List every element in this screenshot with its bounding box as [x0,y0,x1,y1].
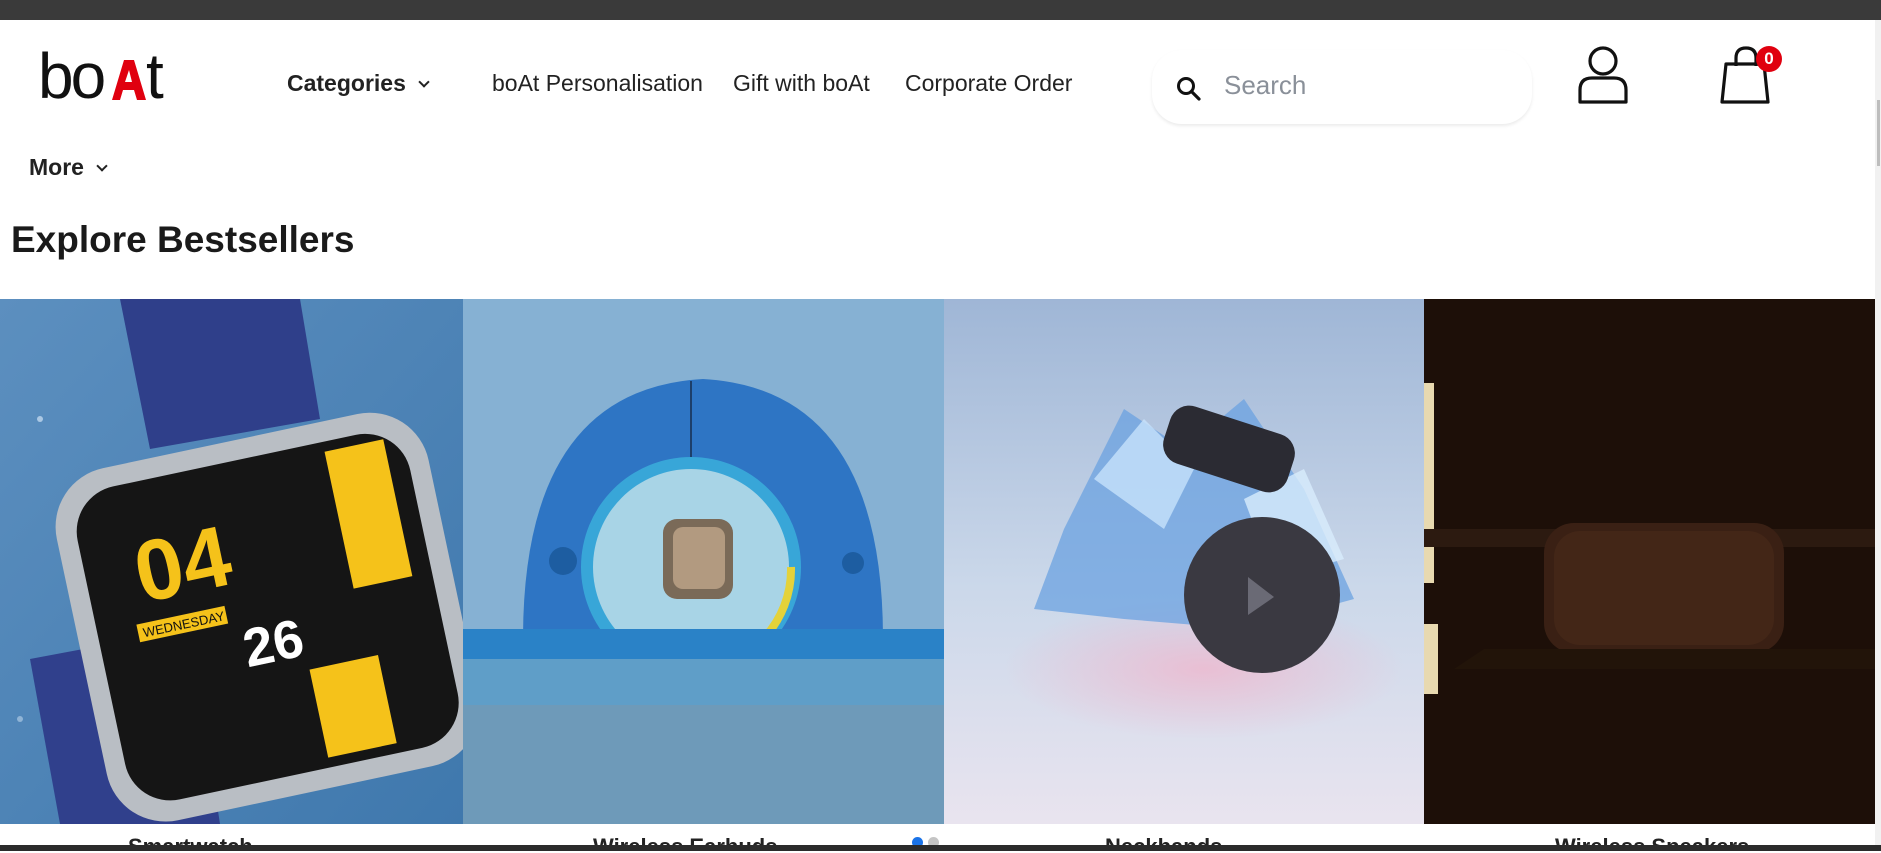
neckband-image [944,299,1424,824]
nav-more[interactable]: More [29,154,108,181]
bottom-border [0,845,1881,851]
nav-corporate-order[interactable]: Corporate Order [905,70,1072,97]
site-header: bo t Categories boAt Personalisation Gif… [0,20,1881,125]
smartwatch-image: 04 WEDNESDAY 26 [0,299,463,824]
search-icon[interactable] [1176,76,1202,102]
product-card-neckband[interactable] [944,299,1424,824]
cart-button[interactable]: 0 [1718,44,1784,110]
cart-count-badge: 0 [1756,46,1782,72]
boat-logo[interactable]: bo t [38,36,193,112]
bestsellers-carousel[interactable]: 04 WEDNESDAY 26 [0,299,1875,824]
announcement-bar [0,0,1881,20]
nav-categories-label: Categories [287,70,406,96]
svg-text:bo: bo [38,40,104,106]
product-card-speaker[interactable] [1424,299,1875,824]
user-icon[interactable] [1576,44,1630,106]
product-card-earbuds[interactable] [463,299,944,824]
nav-more-label: More [29,154,84,180]
nav-personalisation[interactable]: boAt Personalisation [492,70,703,97]
nav-categories[interactable]: Categories [287,70,430,97]
svg-text:t: t [146,40,164,106]
product-card-smartwatch[interactable]: 04 WEDNESDAY 26 [0,299,463,824]
speaker-image [1424,299,1875,824]
watch-hour: 04 [126,508,240,622]
search-bar [1152,50,1532,124]
section-title: Explore Bestsellers [11,219,354,261]
chevron-down-icon [96,160,108,172]
chevron-down-icon [418,76,430,88]
scrollbar-thumb[interactable] [1877,100,1880,166]
section-title-light: Explore [11,219,147,260]
watch-minute: 26 [238,608,309,679]
earbuds-image [463,299,944,824]
search-input[interactable] [1224,62,1504,108]
section-title-bold: Bestsellers [157,219,355,260]
nav-gift[interactable]: Gift with boAt [733,70,870,97]
